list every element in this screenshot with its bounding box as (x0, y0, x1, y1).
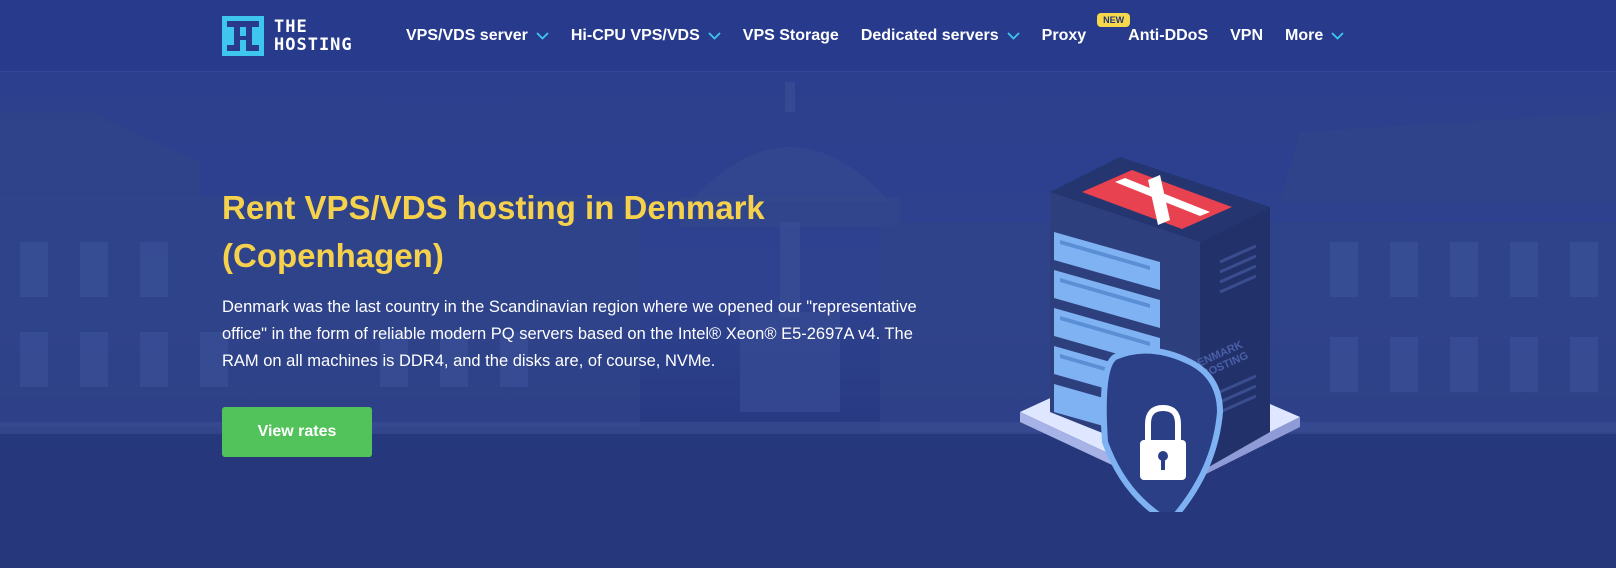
nav-item-proxy[interactable]: Proxy NEW (1041, 13, 1131, 45)
nav-item-vps-storage[interactable]: VPS Storage (743, 27, 839, 45)
hero-description: Denmark was the last country in the Scan… (222, 298, 917, 370)
nav-item-dedicated-servers[interactable]: Dedicated servers (861, 27, 1020, 45)
nav-item-vps-vds-server[interactable]: VPS/VDS server (406, 27, 549, 45)
hero-section: Rent VPS/VDS hosting in Denmark (Copenha… (0, 72, 1616, 568)
logo-mark-icon (222, 16, 264, 56)
chevron-down-icon (1331, 32, 1344, 40)
nav-label: Hi-CPU VPS/VDS (570, 27, 700, 44)
nav-label: VPS/VDS server (406, 27, 528, 44)
site-header: THE HOSTING VPS/VDS server Hi-CPU VPS/VD… (0, 0, 1616, 72)
nav-label: More (1285, 27, 1324, 44)
shield-icon (1100, 347, 1224, 512)
chevron-down-icon (1007, 32, 1020, 40)
nav-label: Anti-DDoS (1128, 27, 1209, 44)
page-title: Rent VPS/VDS hosting in Denmark (Copenha… (222, 189, 765, 274)
nav-label: VPN (1230, 27, 1264, 44)
nav-item-more[interactable]: More (1285, 27, 1344, 45)
new-badge: NEW (1097, 13, 1131, 27)
nav-label: Dedicated servers (860, 27, 999, 44)
chevron-down-icon (536, 32, 549, 40)
logo[interactable]: THE HOSTING (222, 16, 353, 56)
logo-line-1: THE (274, 17, 308, 37)
nav-item-vpn[interactable]: VPN (1230, 27, 1263, 45)
chevron-down-icon (708, 32, 721, 40)
main-nav: VPS/VDS server Hi-CPU VPS/VDS VPS Storag… (406, 0, 1366, 72)
nav-label: Proxy (1041, 27, 1087, 44)
nav-item-anti-ddos[interactable]: Anti-DDoS (1128, 27, 1208, 45)
nav-item-hi-cpu-vps-vds[interactable]: Hi-CPU VPS/VDS (571, 27, 721, 45)
logo-text: THE HOSTING (274, 18, 353, 54)
nav-label: VPS Storage (742, 27, 839, 44)
logo-line-2: HOSTING (274, 35, 353, 55)
server-illustration: DENMARK PQ.HOSTING (1020, 157, 1300, 512)
view-rates-button[interactable]: View rates (222, 407, 372, 457)
